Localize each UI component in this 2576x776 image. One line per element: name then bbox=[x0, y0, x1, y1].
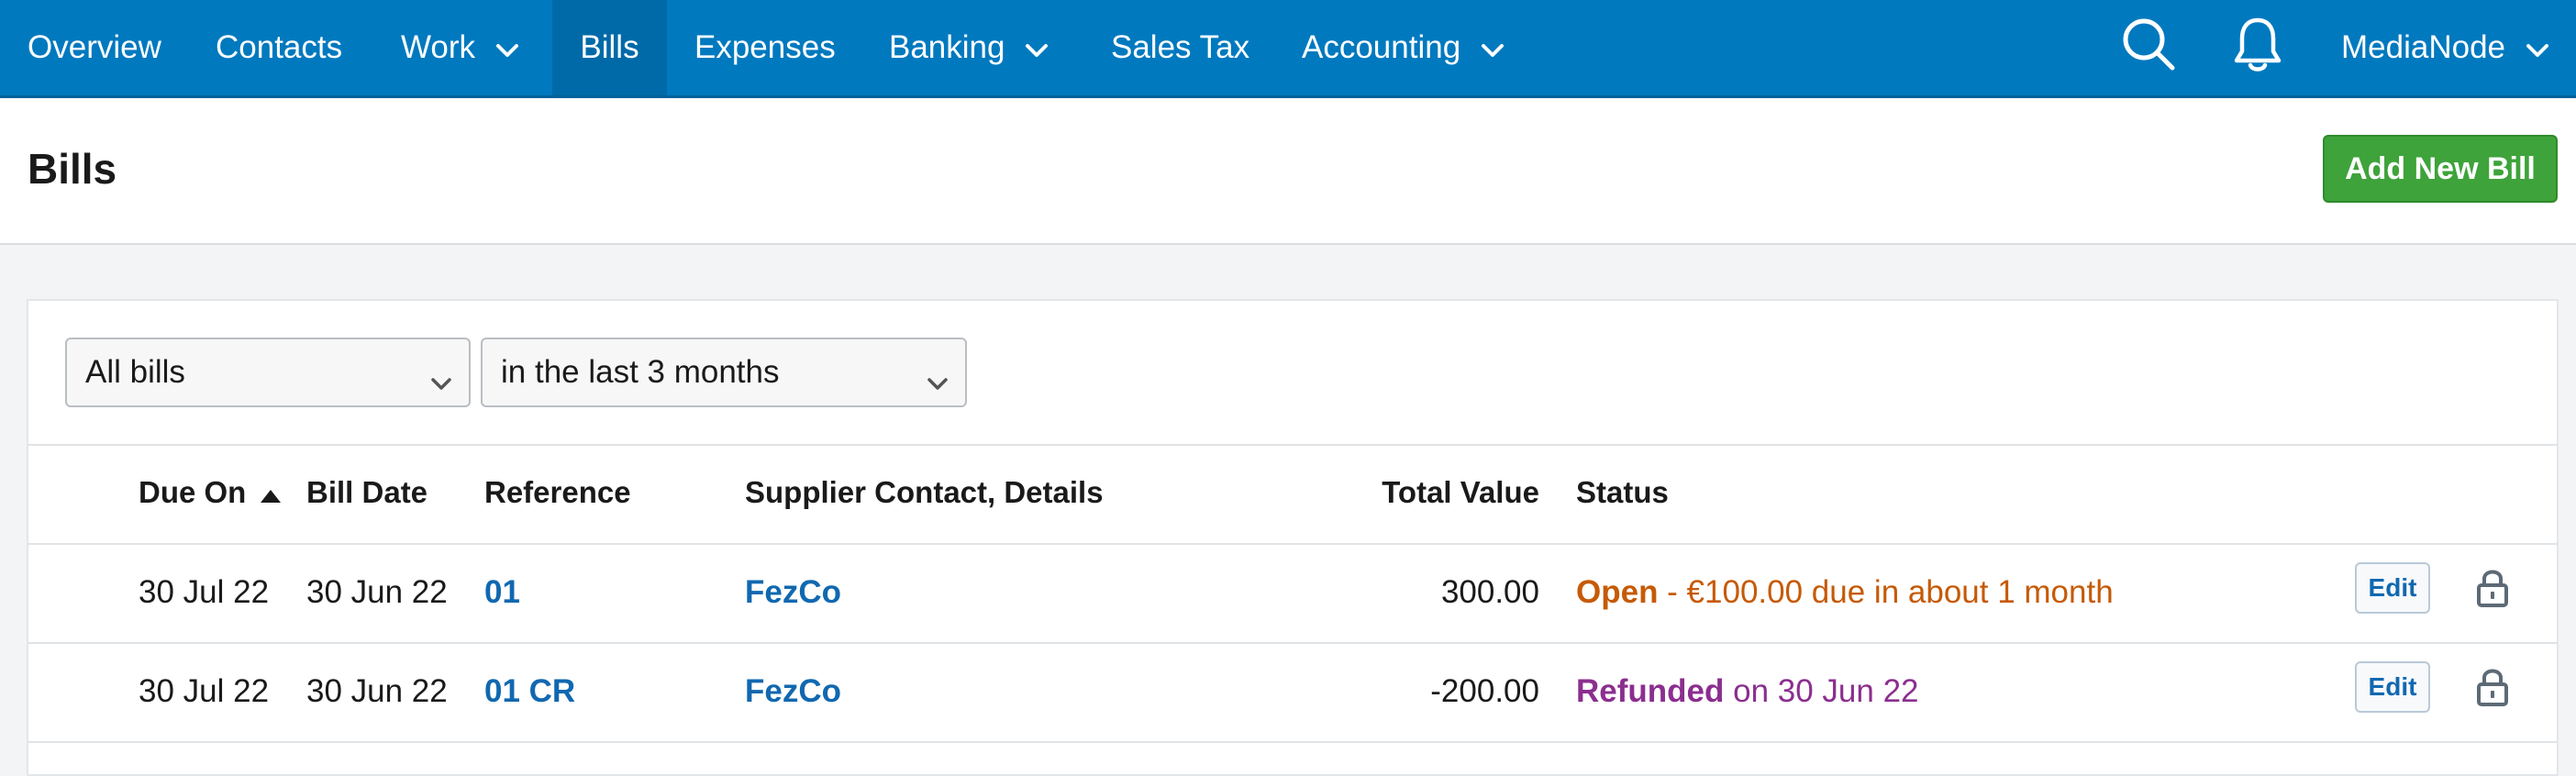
nav-item-banking[interactable]: Banking bbox=[889, 0, 1049, 95]
column-header-supplier[interactable]: Supplier Contact, Details bbox=[745, 475, 1104, 510]
edit-button[interactable]: Edit bbox=[2355, 661, 2430, 713]
divider bbox=[28, 444, 2557, 446]
nav-item-accounting[interactable]: Accounting bbox=[1302, 0, 1505, 95]
status-detail: on 30 Jun 22 bbox=[1724, 673, 1919, 709]
total-value-cell: 300.00 bbox=[1440, 574, 1539, 610]
divider bbox=[28, 642, 2557, 644]
reference-link[interactable]: 01 bbox=[484, 574, 520, 611]
divider bbox=[28, 741, 2557, 743]
top-nav: Overview Contacts Work Bills Expenses Ba… bbox=[0, 0, 2576, 98]
nav-item-label: Contacts bbox=[216, 29, 343, 65]
status-detail: - €100.00 due in about 1 month bbox=[1658, 574, 2114, 610]
supplier-link[interactable]: FezCo bbox=[745, 673, 841, 710]
column-header-label: Due On bbox=[139, 475, 247, 509]
bill-type-value: All bills bbox=[85, 354, 185, 390]
nav-item-label: Sales Tax bbox=[1111, 29, 1250, 65]
chevron-down-icon bbox=[1025, 29, 1049, 66]
bill-type-select[interactable]: All bills bbox=[65, 338, 471, 407]
nav-item-bills[interactable]: Bills bbox=[552, 0, 667, 95]
total-value-cell: -200.00 bbox=[1430, 673, 1539, 709]
nav-item-label: Expenses bbox=[694, 29, 836, 65]
status-cell: Refunded on 30 Jun 22 bbox=[1576, 673, 1919, 710]
nav-item-label: Overview bbox=[28, 29, 161, 65]
column-header-bill-date[interactable]: Bill Date bbox=[306, 475, 427, 510]
chevron-down-icon bbox=[430, 363, 452, 400]
nav-item-overview[interactable]: Overview bbox=[28, 0, 161, 95]
due-on-cell: 30 Jul 22 bbox=[139, 673, 270, 709]
account-menu[interactable]: MediaNode bbox=[2341, 0, 2549, 95]
reference-link[interactable]: 01 CR bbox=[484, 673, 575, 710]
status-cell: Open - €100.00 due in about 1 month bbox=[1576, 574, 2114, 611]
column-header-due-on[interactable]: Due On bbox=[139, 475, 283, 512]
chevron-down-icon bbox=[2526, 29, 2549, 66]
divider bbox=[28, 543, 2557, 545]
nav-item-work[interactable]: Work bbox=[401, 0, 519, 95]
account-name: MediaNode bbox=[2341, 29, 2505, 65]
add-new-bill-button[interactable]: Add New Bill bbox=[2323, 135, 2558, 203]
search-icon[interactable] bbox=[2121, 17, 2178, 78]
page-header: Bills Add New Bill bbox=[0, 98, 2576, 245]
supplier-link[interactable]: FezCo bbox=[745, 574, 841, 611]
status-word: Refunded bbox=[1576, 673, 1725, 709]
bill-date-cell: 30 Jun 22 bbox=[306, 673, 448, 709]
bell-icon[interactable] bbox=[2231, 15, 2284, 78]
chevron-down-icon bbox=[927, 363, 949, 400]
column-header-status[interactable]: Status bbox=[1576, 475, 1669, 510]
lock-icon bbox=[2476, 568, 2509, 613]
nav-item-label: Bills bbox=[580, 29, 639, 65]
nav-item-sales-tax[interactable]: Sales Tax bbox=[1111, 0, 1249, 95]
lock-icon bbox=[2476, 667, 2509, 712]
nav-item-label: Banking bbox=[889, 29, 1005, 65]
nav-item-contacts[interactable]: Contacts bbox=[216, 0, 342, 95]
due-on-cell: 30 Jul 22 bbox=[139, 574, 270, 610]
sort-up-icon bbox=[259, 477, 283, 512]
nav-item-label: Accounting bbox=[1302, 29, 1461, 65]
chevron-down-icon bbox=[495, 29, 519, 66]
status-word: Open bbox=[1576, 574, 1659, 610]
nav-item-label: Work bbox=[401, 29, 476, 65]
period-select[interactable]: in the last 3 months bbox=[481, 338, 967, 407]
period-value: in the last 3 months bbox=[501, 354, 780, 390]
column-header-reference[interactable]: Reference bbox=[484, 475, 631, 510]
nav-item-expenses[interactable]: Expenses bbox=[694, 0, 836, 95]
column-header-total-value[interactable]: Total Value bbox=[1313, 475, 1539, 510]
bill-date-cell: 30 Jun 22 bbox=[306, 574, 448, 610]
bills-card: All bills in the last 3 months Due On Bi… bbox=[27, 299, 2559, 776]
chevron-down-icon bbox=[1481, 29, 1505, 66]
edit-button[interactable]: Edit bbox=[2355, 562, 2430, 614]
page-title: Bills bbox=[28, 145, 117, 193]
